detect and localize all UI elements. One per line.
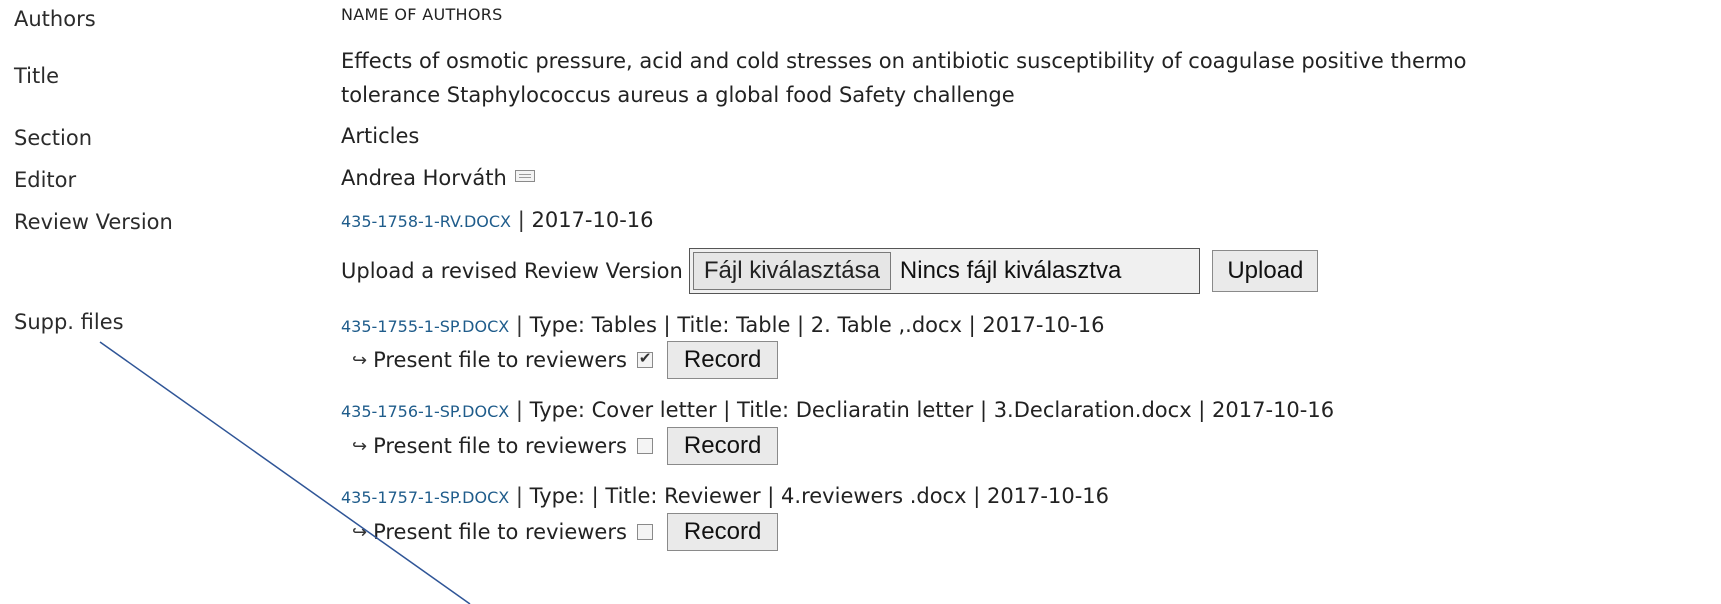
review-version-file-link[interactable]: 435-1758-1-RV.DOCX bbox=[341, 212, 511, 231]
present-label: Present file to reviewers bbox=[373, 520, 627, 544]
review-version-date: 2017-10-16 bbox=[531, 208, 654, 232]
upload-label: Upload a revised Review Version bbox=[341, 259, 683, 283]
review-version-label: Review Version bbox=[14, 210, 173, 234]
review-version-value: 435-1758-1-RV.DOCX | 2017-10-16 bbox=[341, 205, 654, 237]
annotation-stroke bbox=[99, 341, 471, 604]
authors-value: NAME OF AUTHORS bbox=[341, 5, 503, 24]
supp-file-row: 435-1755-1-SP.DOCX | Type: Tables | Titl… bbox=[341, 310, 1104, 342]
separator: | bbox=[515, 484, 523, 508]
record-button[interactable]: Record bbox=[666, 513, 779, 551]
supp-file-row: 435-1756-1-SP.DOCX | Type: Cover letter … bbox=[341, 395, 1334, 427]
file-input[interactable]: Fájl kiválasztása Nincs fájl kiválasztva bbox=[688, 248, 1201, 294]
upload-revised-row: Upload a revised Review Version Fájl kiv… bbox=[341, 248, 1319, 294]
editor-label: Editor bbox=[14, 168, 77, 192]
supp-files-label: Supp. files bbox=[14, 310, 124, 334]
file-status-text: Nincs fájl kiválasztva bbox=[899, 257, 1122, 284]
return-arrow-icon: ↪ bbox=[352, 349, 368, 371]
mail-icon[interactable] bbox=[514, 170, 535, 182]
title-line-1: Effects of osmotic pressure, acid and co… bbox=[341, 49, 1467, 73]
return-arrow-icon: ↪ bbox=[352, 435, 368, 457]
present-checkbox[interactable] bbox=[636, 438, 653, 454]
present-label: Present file to reviewers bbox=[373, 348, 627, 372]
present-checkbox[interactable] bbox=[636, 349, 653, 368]
supp-file-link[interactable]: 435-1757-1-SP.DOCX bbox=[341, 488, 509, 507]
section-label: Section bbox=[14, 126, 93, 150]
editor-value: Andrea Horváth bbox=[341, 163, 535, 193]
supp-file-row: 435-1757-1-SP.DOCX | Type: | Title: Revi… bbox=[341, 481, 1109, 513]
supp-file-details: Type: Cover letter | Title: Decliaratin … bbox=[529, 398, 1335, 422]
present-to-reviewers-row: ↪ Present file to reviewers Record bbox=[352, 513, 779, 551]
supp-file-link[interactable]: 435-1755-1-SP.DOCX bbox=[341, 317, 509, 336]
submission-metadata-panel: Authors Title Section Editor Review Vers… bbox=[0, 0, 1721, 604]
record-button[interactable]: Record bbox=[666, 341, 779, 379]
editor-name: Andrea Horváth bbox=[341, 166, 507, 190]
upload-button[interactable]: Upload bbox=[1212, 250, 1319, 292]
supp-file-link[interactable]: 435-1756-1-SP.DOCX bbox=[341, 402, 509, 421]
separator: | bbox=[515, 313, 523, 337]
supp-file-details: Type: | Title: Reviewer | 4.reviewers .d… bbox=[529, 484, 1110, 508]
section-value: Articles bbox=[341, 124, 420, 148]
return-arrow-icon: ↪ bbox=[352, 521, 368, 543]
present-to-reviewers-row: ↪ Present file to reviewers Record bbox=[352, 341, 779, 379]
separator: | bbox=[517, 208, 525, 232]
choose-file-button[interactable]: Fájl kiválasztása bbox=[692, 252, 891, 290]
present-label: Present file to reviewers bbox=[373, 434, 627, 458]
title-label: Title bbox=[14, 64, 60, 88]
supp-file-details: Type: Tables | Title: Table | 2. Table ,… bbox=[529, 313, 1105, 337]
record-button[interactable]: Record bbox=[666, 427, 779, 465]
present-to-reviewers-row: ↪ Present file to reviewers Record bbox=[352, 427, 779, 465]
separator: | bbox=[515, 398, 523, 422]
title-line-2: tolerance Staphylococcus aureus a global… bbox=[341, 83, 1015, 107]
present-checkbox[interactable] bbox=[636, 524, 653, 540]
authors-label: Authors bbox=[14, 7, 96, 31]
